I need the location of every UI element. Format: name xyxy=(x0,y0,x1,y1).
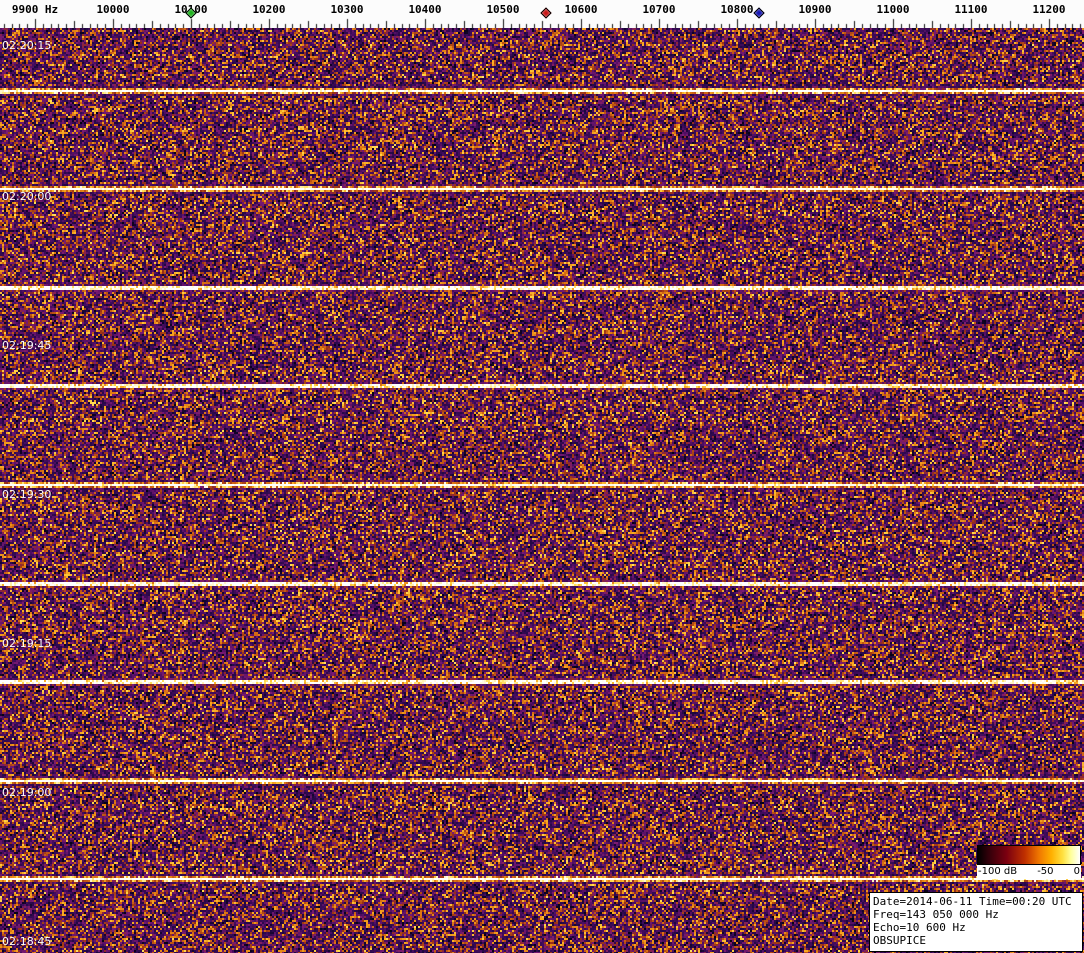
info-line-echo: Echo=10 600 Hz xyxy=(873,921,966,934)
freq-tick-label: 11200 xyxy=(1032,3,1066,16)
intensity-gradient-bar xyxy=(977,845,1081,865)
freq-tick-label: 10600 xyxy=(564,3,598,16)
freq-tick-label: 10300 xyxy=(330,3,364,16)
info-line-station: OBSUPICE xyxy=(873,934,926,947)
freq-tick-label: 10200 xyxy=(252,3,286,16)
freq-tick-label: 9900 Hz xyxy=(11,3,59,16)
freq-tick-label: 10500 xyxy=(486,3,520,16)
info-line-date: Date=2014-06-11 Time=00:20 UTC xyxy=(873,895,1072,908)
spectrogram-canvas xyxy=(0,28,1084,953)
freq-tick-label: 11000 xyxy=(876,3,910,16)
freq-tick-label: 11100 xyxy=(954,3,988,16)
scale-min-label: -100 dB xyxy=(978,866,1018,877)
scale-max-label: 0 xyxy=(1073,866,1080,877)
intensity-scale-legend: -100 dB -50 0 xyxy=(977,845,1081,879)
freq-tick-label: 10000 xyxy=(96,3,130,16)
spectrogram-app: 9900 Hz100001010010200103001040010500106… xyxy=(0,0,1084,953)
freq-tick-label: 10900 xyxy=(798,3,832,16)
freq-tick-label: 10800 xyxy=(720,3,754,16)
intensity-scale-labels: -100 dB -50 0 xyxy=(977,865,1081,879)
frequency-axis: 9900 Hz100001010010200103001040010500106… xyxy=(0,0,1084,28)
observation-info-box: Date=2014-06-11 Time=00:20 UTC Freq=143 … xyxy=(869,892,1083,952)
freq-tick-label: 10400 xyxy=(408,3,442,16)
info-line-freq: Freq=143 050 000 Hz xyxy=(873,908,999,921)
scale-mid-label: -50 xyxy=(1037,866,1054,877)
freq-tick-label: 10700 xyxy=(642,3,676,16)
